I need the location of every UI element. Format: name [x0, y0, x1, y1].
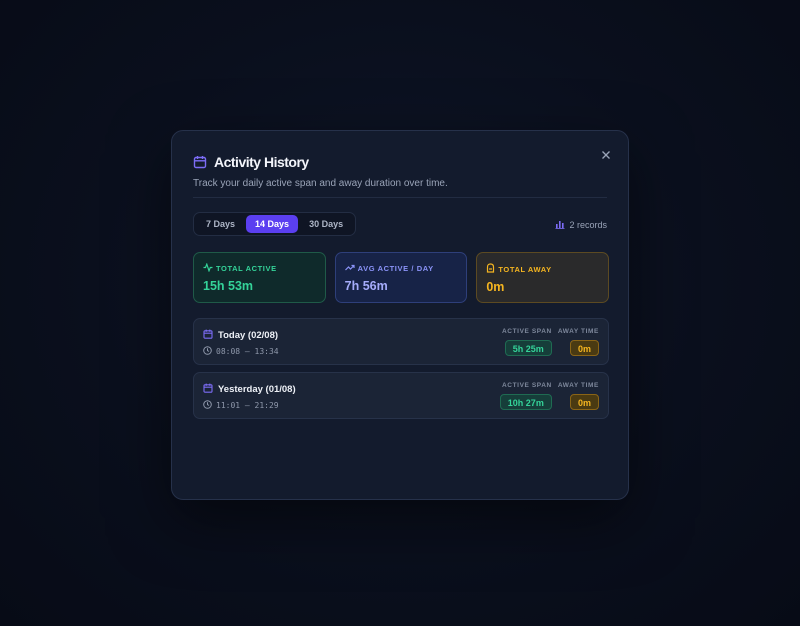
records-label: 2 records	[569, 220, 607, 230]
avg-active-value: 7h 56m	[344, 279, 388, 293]
avg-active-label-row: AVG ACTIVE / DAY	[344, 263, 458, 274]
total-away-card: TOTAL AWAY 0m	[476, 252, 610, 303]
total-active-label: TOTAL ACTIVE	[216, 264, 277, 273]
active-span-label: ACTIVE SPAN	[502, 328, 552, 335]
away-time-label: AWAY TIME	[557, 382, 599, 389]
tab-30-days[interactable]: 30 Days	[300, 215, 352, 233]
row-time-line: 11:01 – 21:29	[203, 400, 296, 411]
row-date: Yesterday (01/08)	[218, 384, 296, 395]
history-row: Today (02/08) 08:08 – 13:34 ACTIVE SPAN …	[193, 318, 609, 365]
total-active-card: TOTAL ACTIVE 15h 53m	[193, 252, 326, 303]
away-icon	[486, 263, 495, 275]
bar-chart-icon	[555, 219, 565, 231]
active-span-badge: 10h 27m	[499, 394, 552, 410]
summary-stats: TOTAL ACTIVE 15h 53m AVG ACTIVE / DAY 7h…	[193, 252, 610, 303]
modal-subtitle: Track your daily active span and away du…	[193, 178, 448, 189]
total-away-label-row: TOTAL AWAY	[486, 263, 599, 275]
active-span-column: ACTIVE SPAN 10h 27m	[499, 382, 552, 410]
active-span-badge: 5h 25m	[504, 340, 552, 356]
row-metrics: ACTIVE SPAN 5h 25m AWAY TIME 0m	[502, 328, 599, 356]
clock-icon	[203, 346, 212, 357]
total-active-label-row: TOTAL ACTIVE	[203, 262, 316, 274]
total-active-value: 15h 53m	[203, 279, 254, 293]
row-time-range: 11:01 – 21:29	[216, 401, 279, 410]
total-away-label: TOTAL AWAY	[498, 264, 552, 274]
activity-pulse-icon	[203, 262, 213, 274]
row-date-line: Yesterday (01/08)	[203, 383, 296, 396]
active-span-label: ACTIVE SPAN	[502, 382, 552, 389]
history-row: Yesterday (01/08) 11:01 – 21:29 ACTIVE S…	[193, 372, 609, 419]
tab-7-days[interactable]: 7 Days	[197, 215, 244, 233]
modal-title: Activity History	[214, 154, 309, 170]
calendar-icon	[203, 383, 213, 396]
total-away-value: 0m	[486, 280, 505, 294]
close-icon	[600, 148, 612, 165]
row-metrics: ACTIVE SPAN 10h 27m AWAY TIME 0m	[499, 382, 599, 410]
away-time-column: AWAY TIME 0m	[558, 382, 599, 410]
trending-up-icon	[344, 263, 355, 274]
row-time-range: 08:08 – 13:34	[216, 347, 279, 356]
records-count: 2 records	[555, 219, 607, 231]
tab-14-days[interactable]: 14 Days	[246, 215, 299, 233]
row-info: Today (02/08) 08:08 – 13:34	[203, 329, 279, 357]
away-time-label: AWAY TIME	[557, 328, 599, 335]
modal-header: Activity History Track your daily active…	[193, 153, 607, 198]
away-time-badge: 0m	[569, 340, 599, 356]
row-date: Today (02/08)	[218, 330, 279, 341]
clock-icon	[203, 400, 212, 411]
away-time-column: AWAY TIME 0m	[558, 328, 599, 356]
title-row: Activity History	[193, 153, 607, 171]
row-time-line: 08:08 – 13:34	[203, 346, 279, 357]
range-tabs: 7 Days 14 Days 30 Days	[193, 212, 357, 236]
avg-active-card: AVG ACTIVE / DAY 7h 56m	[334, 252, 468, 303]
close-button[interactable]	[600, 148, 612, 160]
row-info: Yesterday (01/08) 11:01 – 21:29	[203, 383, 296, 411]
activity-history-modal: Activity History Track your daily active…	[171, 130, 629, 500]
calendar-icon	[203, 329, 213, 342]
calendar-icon	[193, 155, 207, 169]
away-time-badge: 0m	[569, 394, 599, 410]
avg-active-label: AVG ACTIVE / DAY	[357, 264, 434, 273]
active-span-column: ACTIVE SPAN 5h 25m	[502, 328, 552, 356]
row-date-line: Today (02/08)	[203, 329, 279, 342]
